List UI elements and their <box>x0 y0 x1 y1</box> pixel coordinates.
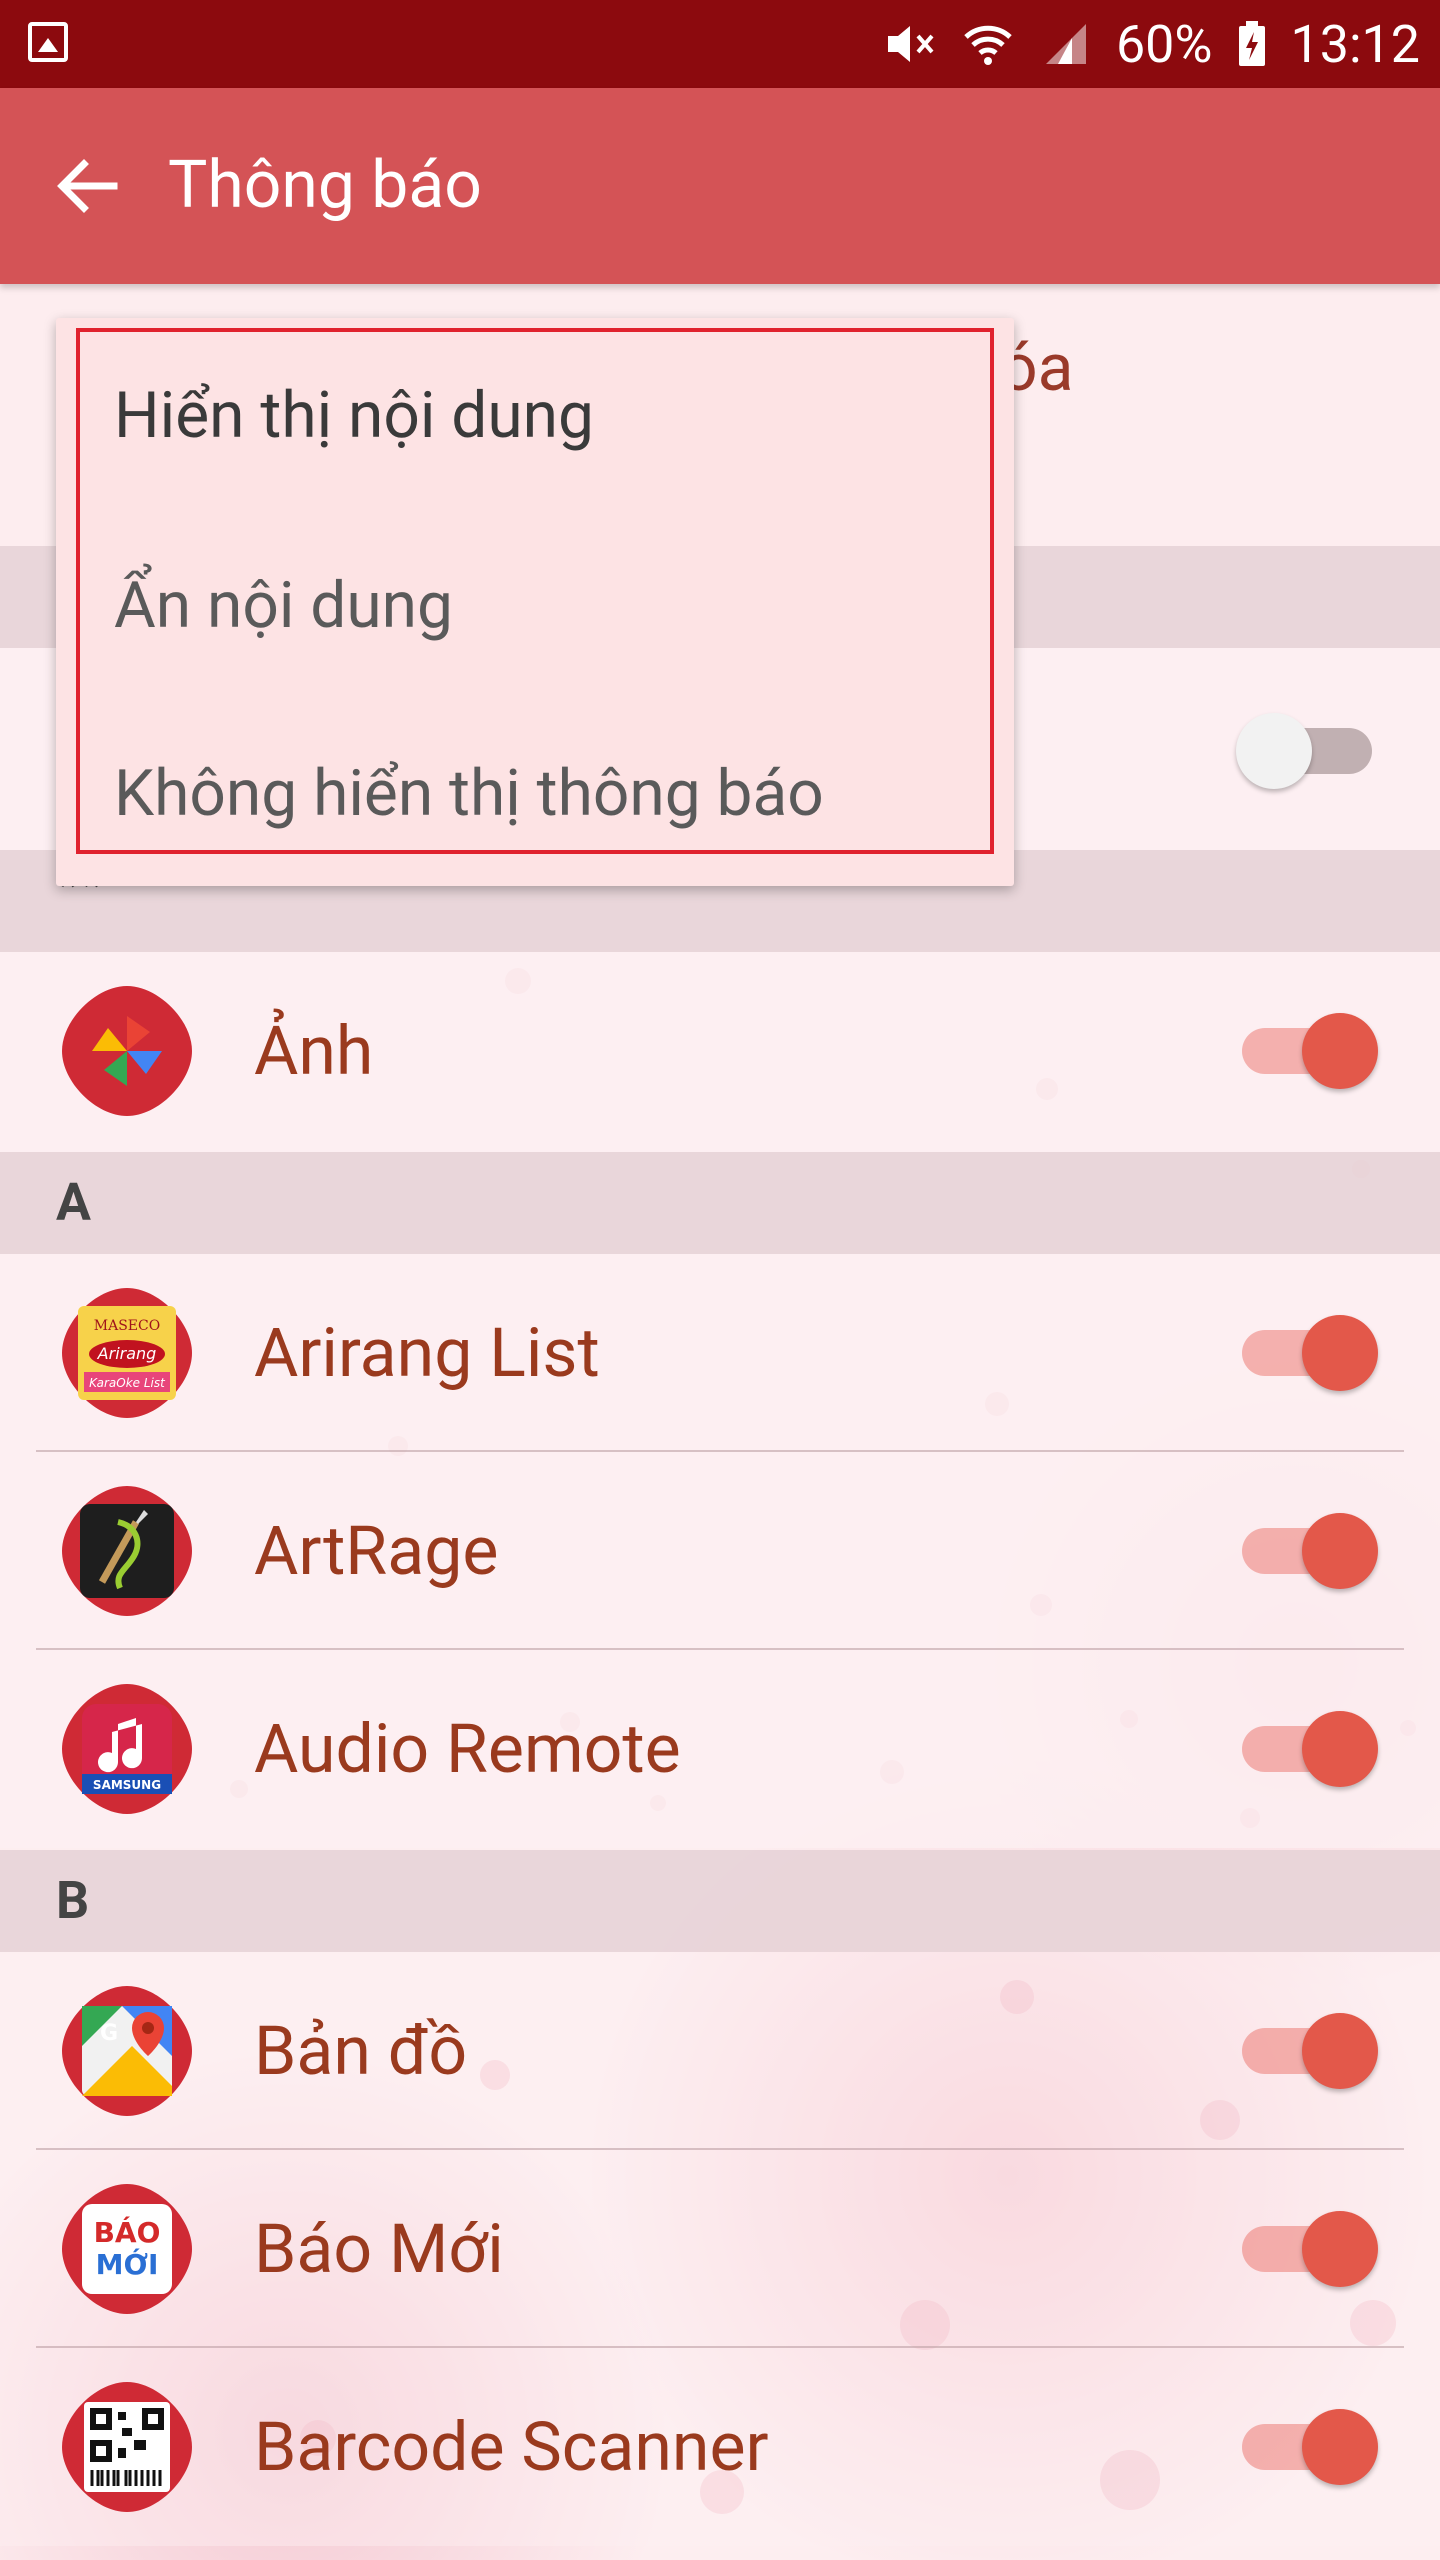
svg-text:Arirang: Arirang <box>97 1344 157 1363</box>
wifi-icon <box>960 20 1016 68</box>
app-row-audio-remote[interactable]: SAMSUNG Audio Remote <box>0 1650 1440 1848</box>
app-toggle-anh[interactable] <box>1242 1013 1378 1089</box>
section-label: A <box>56 1172 91 1233</box>
app-row-bao-moi[interactable]: BÁO MỚI Báo Mới <box>0 2150 1440 2348</box>
app-name: Arirang List <box>254 1313 600 1393</box>
app-row-barcode-scanner[interactable]: Barcode Scanner <box>0 2348 1440 2546</box>
notification-content-dropdown: Hiển thị nội dung Ẩn nội dung Không hiển… <box>56 318 1014 886</box>
arrow-left-icon[interactable] <box>54 152 122 220</box>
app-toggle-arirang-list[interactable] <box>1242 1315 1378 1391</box>
toggle-knob <box>1302 1513 1378 1589</box>
battery-percent: 60% <box>1115 13 1213 75</box>
toggle-knob <box>1302 1013 1378 1089</box>
google-maps-icon: G <box>58 1982 196 2120</box>
battery-charging-icon <box>1235 20 1269 68</box>
svg-text:BÁO: BÁO <box>94 2215 161 2249</box>
svg-text:KaraOke List: KaraOke List <box>89 1376 166 1390</box>
gallery-notification-icon <box>28 22 68 62</box>
toggle-knob <box>1236 713 1312 789</box>
app-toggle-audio-remote[interactable] <box>1242 1711 1378 1787</box>
app-toggle-bao-moi[interactable] <box>1242 2211 1378 2287</box>
app-name: Báo Mới <box>254 2209 504 2289</box>
app-toggle-artrage[interactable] <box>1242 1513 1378 1589</box>
photos-pinwheel-icon <box>58 982 196 1120</box>
svg-text:G: G <box>100 2021 118 2046</box>
page-title: Thông báo <box>168 147 482 224</box>
svg-text:MỚI: MỚI <box>96 2247 159 2281</box>
samsung-music-icon: SAMSUNG <box>58 1680 196 1818</box>
app-toggle-ban-do[interactable] <box>1242 2013 1378 2089</box>
toggle-knob <box>1302 1315 1378 1391</box>
toggle-knob <box>1302 2409 1378 2485</box>
artrage-brush-icon <box>58 1482 196 1620</box>
app-row-artrage[interactable]: ArtRage <box>0 1452 1440 1650</box>
app-name: ArtRage <box>254 1511 499 1591</box>
app-name: Bản đồ <box>254 2011 468 2091</box>
status-bar: 60% 13:12 <box>0 0 1440 88</box>
mute-icon <box>882 20 938 68</box>
app-row-arirang-list[interactable]: MASECO Arirang KaraOke List Arirang List <box>0 1254 1440 1452</box>
section-header-b: B <box>0 1850 1440 1952</box>
app-bar: Thông báo <box>0 88 1440 284</box>
option-no-notifications[interactable]: Không hiển thị thông báo <box>114 756 824 831</box>
toggle-knob <box>1302 2211 1378 2287</box>
qr-barcode-icon <box>58 2378 196 2516</box>
app-row-ban-do[interactable]: G Bản đồ <box>0 1952 1440 2150</box>
app-name: Audio Remote <box>254 1709 681 1789</box>
hidden-setting-toggle[interactable] <box>1236 713 1372 789</box>
arirang-karaoke-icon: MASECO Arirang KaraOke List <box>58 1284 196 1422</box>
toggle-knob <box>1302 2013 1378 2089</box>
app-name: Barcode Scanner <box>254 2407 769 2487</box>
svg-text:MASECO: MASECO <box>94 1318 160 1334</box>
app-row-anh[interactable]: Ảnh <box>0 952 1440 1152</box>
app-name: Ảnh <box>254 1011 374 1091</box>
signal-icon <box>1038 20 1094 68</box>
toggle-knob <box>1302 1711 1378 1787</box>
clock: 13:12 <box>1290 13 1421 75</box>
section-label: B <box>56 1870 90 1931</box>
app-toggle-barcode-scanner[interactable] <box>1242 2409 1378 2485</box>
baomoi-icon: BÁO MỚI <box>58 2180 196 2318</box>
option-show-content[interactable]: Hiển thị nội dung <box>114 378 594 453</box>
option-hide-content[interactable]: Ẩn nội dung <box>114 568 453 643</box>
svg-text:SAMSUNG: SAMSUNG <box>93 1778 161 1792</box>
section-header-a: A <box>0 1152 1440 1254</box>
